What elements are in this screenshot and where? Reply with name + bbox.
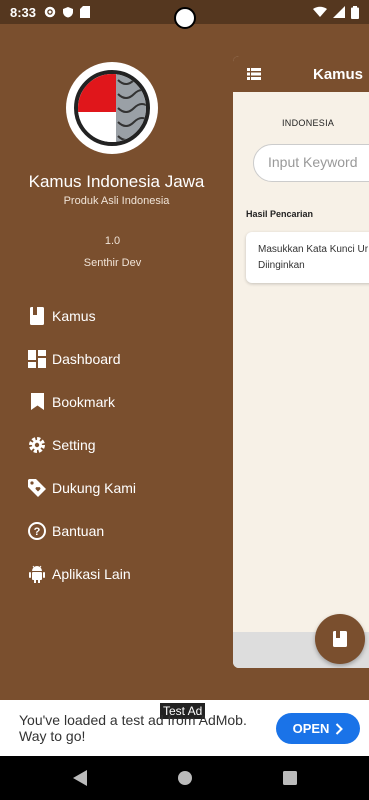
results-hint-line2: Diinginkan: [258, 260, 305, 271]
sd-card-icon: [80, 6, 91, 18]
navigation-drawer: Kamus Indonesia Jawa Produk Asli Indones…: [0, 24, 233, 700]
bookmark-icon: [28, 393, 46, 411]
menu-item-label: Setting: [52, 436, 96, 453]
app-logo: [66, 62, 158, 154]
menu-item-bookmark[interactable]: Bookmark: [0, 380, 233, 423]
menu-item-kamus[interactable]: Kamus: [0, 294, 233, 337]
results-hint-line1: Masukkan Kata Kunci Ur: [258, 244, 369, 255]
developer-name: Senthir Dev: [83, 257, 142, 269]
gear-icon: [44, 6, 56, 18]
book-icon: [28, 306, 46, 325]
menu-item-label: Kamus: [52, 307, 96, 324]
book-icon: [333, 631, 347, 647]
menu-item-label: Aplikasi Lain: [52, 565, 131, 582]
camera-cutout: [174, 7, 196, 29]
wifi-icon: [313, 6, 327, 17]
menu-item-bantuan[interactable]: ? Bantuan: [0, 509, 233, 552]
menu-item-dukung-kami[interactable]: Dukung Kami: [0, 466, 233, 509]
status-time: 8:33: [10, 4, 37, 20]
drawer-menu: Kamus Dashboard Bookmark Setting Dukung …: [0, 294, 233, 595]
menu-item-dashboard[interactable]: Dashboard: [0, 337, 233, 380]
app-bar: Kamus: [233, 56, 369, 92]
ad-banner[interactable]: Test Ad You've loaded a test ad from AdM…: [0, 700, 369, 756]
main-screen: Kamus INDONESIA Input Keyword Hasil Penc…: [233, 56, 369, 668]
dashboard-icon: [28, 349, 46, 368]
back-icon[interactable]: [72, 770, 87, 786]
search-input[interactable]: Input Keyword: [253, 144, 369, 182]
language-label[interactable]: INDONESIA: [282, 118, 334, 128]
svg-text:?: ?: [34, 526, 41, 538]
ad-open-button[interactable]: OPEN: [276, 713, 360, 744]
system-nav-bar: [0, 756, 369, 800]
home-icon[interactable]: [177, 770, 193, 786]
android-icon: [28, 565, 46, 583]
battery-icon: [351, 5, 359, 19]
menu-item-setting[interactable]: Setting: [0, 423, 233, 466]
app-title: Kamus: [313, 65, 364, 83]
results-heading: Hasil Pencarian: [246, 209, 314, 219]
gear-icon: [28, 436, 46, 454]
ad-open-label: OPEN: [292, 721, 330, 736]
shield-icon: [63, 7, 74, 18]
list-icon[interactable]: [247, 68, 261, 80]
results-card: Masukkan Kata Kunci Ur Diinginkan: [246, 232, 369, 283]
signal-icon: [333, 6, 345, 18]
menu-item-label: Bookmark: [52, 393, 116, 410]
app-version: 1.0: [104, 235, 121, 247]
menu-item-label: Dukung Kami: [52, 479, 137, 496]
ad-text: You've loaded a test ad from AdMob. Way …: [19, 712, 247, 744]
chevron-right-icon: [336, 722, 344, 735]
drawer-app-name: Kamus Indonesia Jawa: [28, 172, 205, 191]
menu-item-label: Bantuan: [52, 522, 105, 539]
help-icon: ?: [28, 521, 46, 540]
recents-icon[interactable]: [282, 771, 297, 785]
menu-item-aplikasi-lain[interactable]: Aplikasi Lain: [0, 552, 233, 595]
book-fab-button[interactable]: [315, 614, 365, 664]
tag-icon: [28, 478, 46, 497]
drawer-tagline: Produk Asli Indonesia: [63, 195, 170, 207]
menu-item-label: Dashboard: [52, 350, 121, 367]
